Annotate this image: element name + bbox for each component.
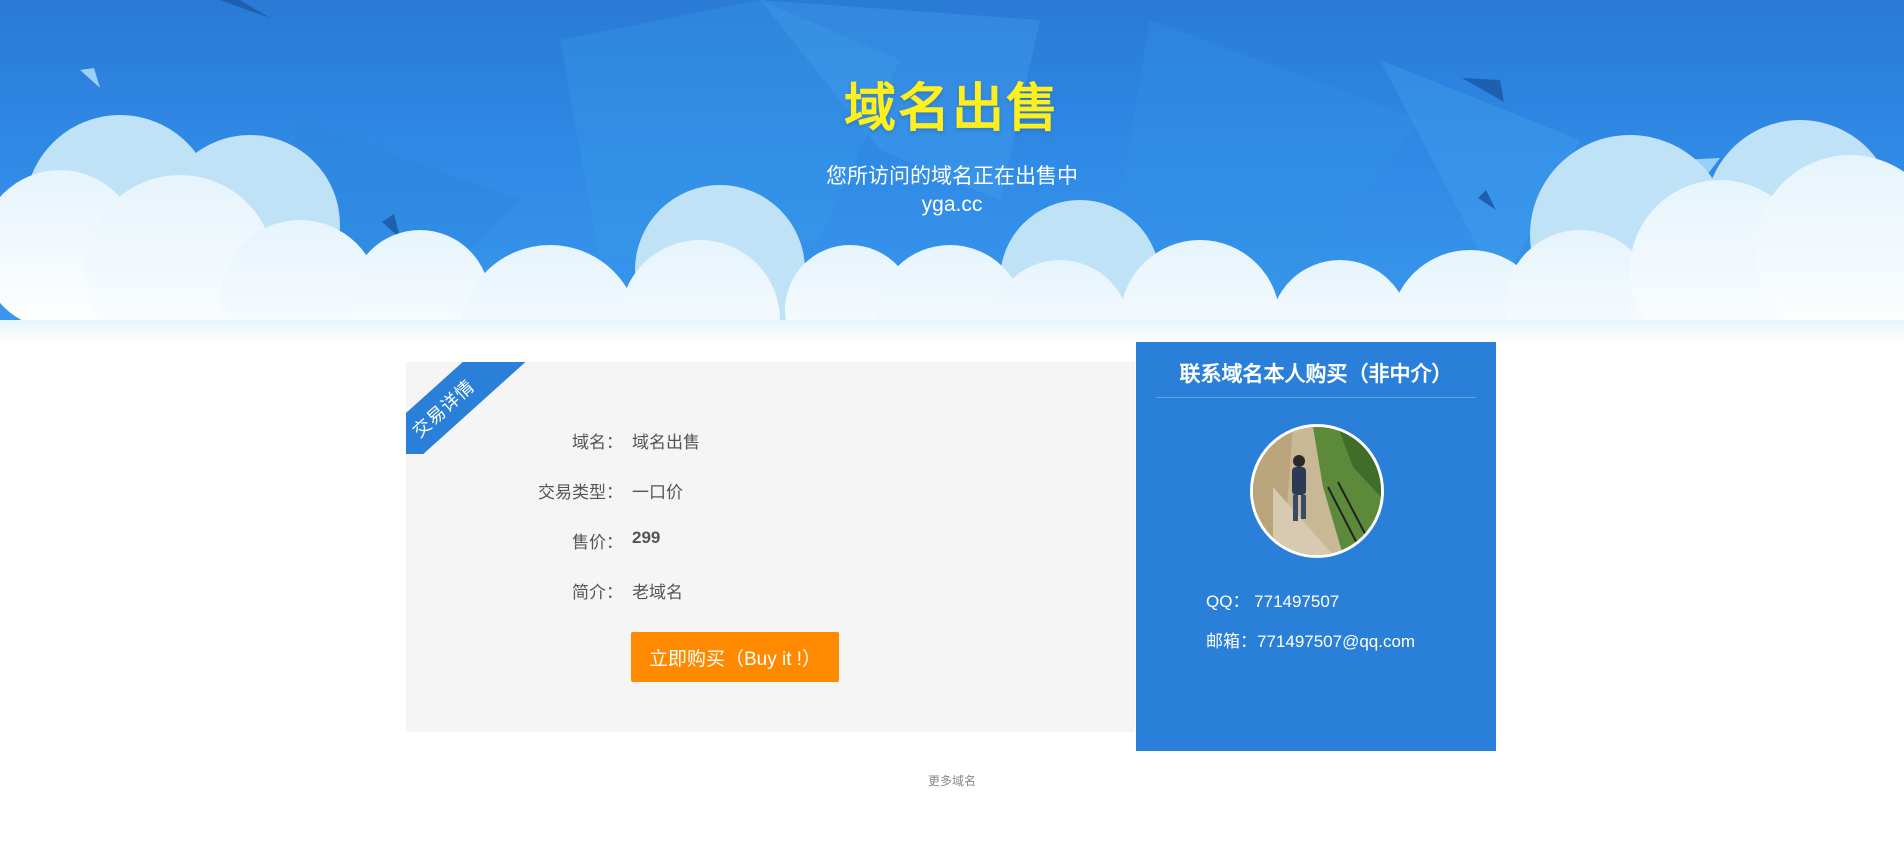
person-walking-photo-icon <box>1253 427 1381 555</box>
buy-now-button[interactable]: 立即购买（Buy it !） <box>631 632 839 682</box>
field-domain-value: 域名出售 <box>632 433 700 452</box>
field-description-label: 简介： <box>572 583 623 602</box>
contact-email: 邮箱：771497507@qq.com <box>1206 632 1416 651</box>
sale-notice: 您所访问的域名正在出售中 <box>826 165 1078 188</box>
field-price: 售价： 299 <box>406 528 1135 552</box>
contact-divider <box>1156 397 1476 398</box>
field-description-value: 老域名 <box>632 583 683 602</box>
hero-banner: 域名出售 您所访问的域名正在出售中 yga.cc <box>0 0 1904 345</box>
field-price-label: 售价： <box>572 533 623 552</box>
contact-title: 联系域名本人购买（非中介） <box>1179 363 1453 386</box>
field-domain-label: 域名： <box>572 433 623 452</box>
field-trade-type-label: 交易类型： <box>538 483 623 502</box>
field-trade-type: 交易类型： 一口价 <box>406 478 1135 502</box>
field-domain: 域名： 域名出售 <box>406 428 1135 452</box>
contact-qq: QQ： 771497507 <box>1206 592 1340 611</box>
page-title: 域名出售 <box>843 80 1060 138</box>
field-price-value: 299 <box>632 528 661 547</box>
domain-name: yga.cc <box>921 193 983 216</box>
more-domains-link[interactable]: 更多域名 <box>0 772 1904 789</box>
contact-seller-panel: 联系域名本人购买（非中介） QQ： 771497507 邮箱：771497507… <box>1136 342 1496 751</box>
field-description: 简介： 老域名 <box>406 578 1135 602</box>
avatar <box>1250 424 1384 558</box>
field-trade-type-value: 一口价 <box>632 483 683 502</box>
transaction-details-panel: 交易详情 域名： 域名出售 交易类型： 一口价 售价： 299 简介： 老域名 … <box>406 362 1135 732</box>
